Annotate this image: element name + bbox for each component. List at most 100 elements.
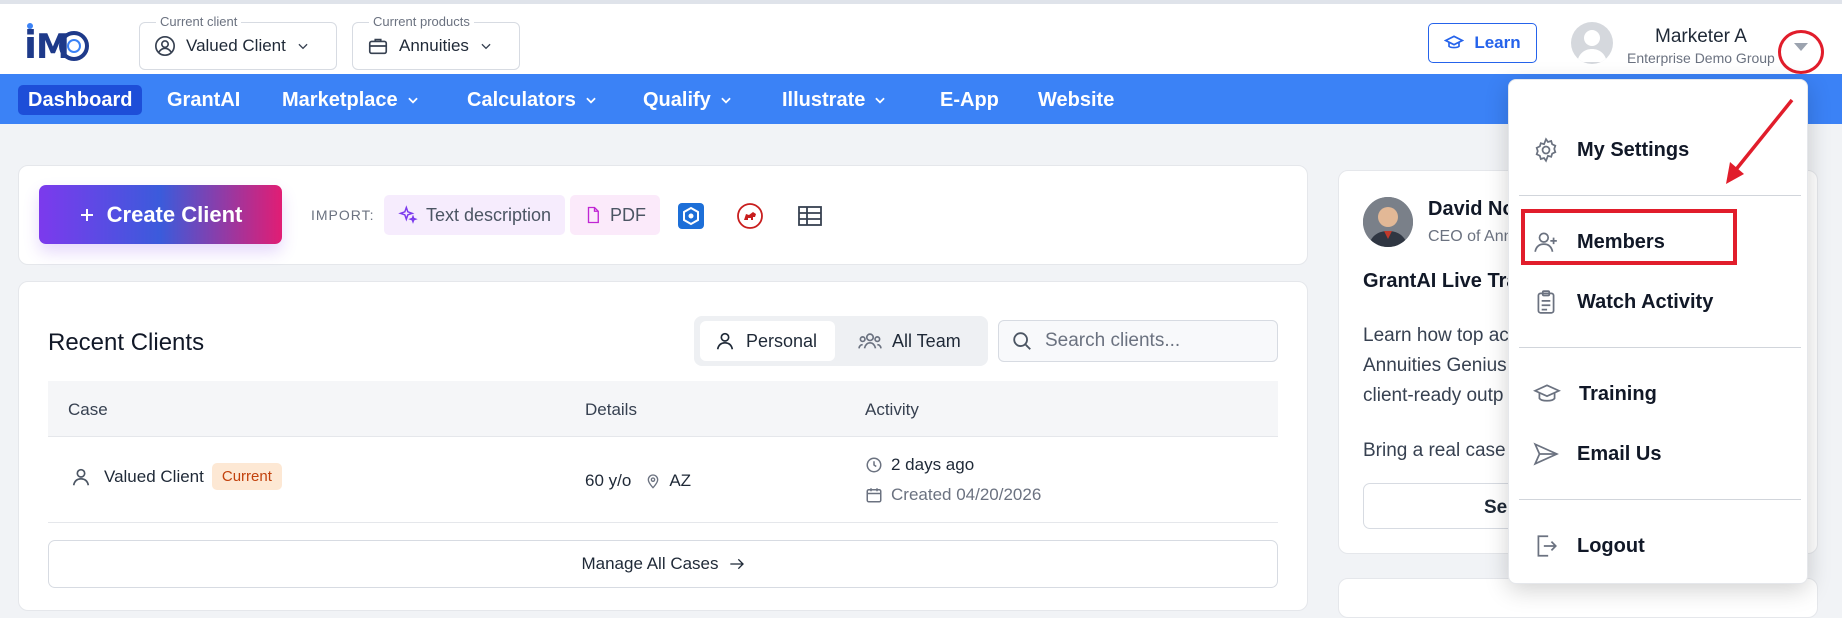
graduation-cap-icon — [1444, 35, 1465, 49]
nav-label: Dashboard — [28, 89, 133, 111]
nav-label: Calculators — [467, 89, 576, 111]
menu-item-training[interactable]: Training — [1533, 376, 1657, 412]
import-label: IMPORT: — [311, 207, 375, 223]
user-avatar[interactable] — [1571, 22, 1613, 64]
clipboard-icon — [1537, 290, 1555, 314]
user-organization: Enterprise Demo Group — [1627, 50, 1775, 66]
nav-calculators[interactable]: Calculators — [467, 85, 598, 115]
gear-icon — [1535, 137, 1557, 163]
user-menu-toggle[interactable] — [1778, 30, 1824, 74]
chevron-down-icon — [875, 97, 886, 104]
current-client-selector[interactable]: Current client Valued Client — [139, 14, 337, 70]
graduation-cap-icon — [1533, 384, 1561, 402]
menu-separator — [1519, 195, 1801, 196]
nav-qualify[interactable]: Qualify — [643, 85, 733, 115]
nav-marketplace[interactable]: Marketplace — [282, 85, 420, 115]
presenter-avatar — [1363, 197, 1413, 247]
map-pin-icon — [647, 474, 659, 489]
last-activity: 2 days ago — [891, 455, 975, 474]
menu-separator — [1519, 347, 1801, 348]
current-products-caption: Current products — [369, 14, 474, 29]
chevron-down-icon — [586, 97, 596, 104]
search-clients-input[interactable]: Search clients... — [998, 320, 1278, 362]
chevron-down-icon — [721, 97, 731, 104]
status-badge: Current — [211, 463, 282, 490]
import-text-description-button[interactable]: Text description — [384, 195, 566, 235]
nav-label: GrantAI — [167, 89, 241, 111]
training-cta-label: Se — [1484, 497, 1508, 518]
arrow-right-icon — [729, 558, 744, 570]
column-header-activity[interactable]: Activity — [865, 400, 919, 420]
current-client-value: Valued Client — [186, 36, 286, 55]
activity-last-cell: 2 days ago — [865, 455, 974, 475]
toggle-personal-label: Personal — [746, 330, 818, 351]
members-highlight-box — [1521, 209, 1737, 265]
dog-logo-icon[interactable] — [737, 203, 763, 229]
case-cell: Valued Client Current — [70, 463, 282, 490]
user-silhouette-icon — [1577, 30, 1607, 62]
manage-all-cases-button[interactable]: Manage All Cases — [48, 540, 1278, 588]
training-heading: GrantAI Live Tra — [1363, 270, 1518, 292]
nav-label: Website — [1038, 89, 1115, 111]
annotation-arrow-icon — [1726, 98, 1794, 184]
table-row[interactable]: Valued Client Current 60 y/o AZ 2 days a… — [48, 437, 1278, 523]
plus-icon — [80, 208, 93, 221]
training-description-line-2: Annuities Genius — [1363, 355, 1507, 376]
nav-label: Marketplace — [282, 89, 398, 111]
training-description-line-1: Learn how top ac — [1363, 325, 1509, 346]
column-header-case[interactable]: Case — [68, 400, 108, 420]
next-card — [1338, 578, 1818, 618]
created-date: Created 04/20/2026 — [891, 485, 1042, 504]
column-header-details[interactable]: Details — [585, 400, 637, 420]
nav-e-app[interactable]: E-App — [940, 85, 999, 115]
menu-item-watch-activity[interactable]: Watch Activity — [1533, 284, 1713, 320]
client-name[interactable]: Valued Client — [104, 467, 204, 487]
menu-item-email-us[interactable]: Email Us — [1533, 436, 1661, 472]
nav-dashboard[interactable]: Dashboard — [18, 85, 143, 115]
create-client-label: Create Client — [106, 201, 243, 227]
menu-item-label: My Settings — [1577, 138, 1690, 161]
nav-website[interactable]: Website — [1038, 85, 1114, 115]
toggle-all-team-label: All Team — [892, 330, 961, 351]
current-client-caption: Current client — [156, 14, 242, 29]
toggle-all-team[interactable]: All Team — [844, 321, 975, 361]
calendar-icon — [866, 488, 882, 503]
create-client-button[interactable]: Create Client — [39, 185, 282, 244]
hexagon-app-icon[interactable] — [678, 203, 704, 229]
user-name[interactable]: Marketer A — [1655, 26, 1747, 48]
send-icon — [1533, 442, 1559, 466]
table-icon[interactable] — [797, 205, 823, 227]
top-header: i M Current client Valued Client Current… — [0, 0, 1842, 74]
chevron-down-icon — [481, 43, 491, 50]
chevron-down-icon — [407, 97, 418, 104]
import-pdf-button[interactable]: PDF — [570, 195, 660, 235]
presenter-role: CEO of Ann — [1428, 228, 1513, 245]
manage-all-cases-label: Manage All Cases — [581, 554, 719, 573]
text-description-label: Text description — [426, 204, 552, 225]
menu-item-label: Watch Activity — [1577, 290, 1714, 313]
caret-down-icon — [1794, 43, 1808, 51]
user-icon — [72, 468, 90, 485]
svg-text:M: M — [36, 27, 70, 67]
toggle-personal[interactable]: Personal — [700, 321, 835, 361]
user-icon — [716, 332, 734, 350]
clients-table-header: Case Details Activity — [48, 381, 1278, 437]
nav-label: E-App — [940, 89, 999, 111]
menu-item-label: Logout — [1577, 534, 1645, 557]
nav-illustrate[interactable]: Illustrate — [782, 85, 887, 115]
file-icon — [587, 206, 599, 224]
imo-logo[interactable]: i M — [22, 16, 92, 68]
pdf-label: PDF — [610, 204, 646, 225]
menu-item-my-settings[interactable]: My Settings — [1533, 132, 1689, 168]
users-icon — [858, 333, 882, 349]
clock-icon — [866, 457, 882, 473]
nav-grantai[interactable]: GrantAI — [167, 85, 240, 115]
learn-button[interactable]: Learn — [1428, 23, 1537, 63]
details-cell: 60 y/o AZ — [585, 471, 691, 491]
training-description-line-3: client-ready outp — [1363, 385, 1504, 406]
chevron-down-icon — [298, 43, 308, 50]
current-products-selector[interactable]: Current products Annuities — [352, 14, 520, 70]
nav-label: Qualify — [643, 89, 711, 111]
menu-item-logout[interactable]: Logout — [1533, 528, 1645, 564]
presenter-photo-icon — [1363, 197, 1413, 247]
